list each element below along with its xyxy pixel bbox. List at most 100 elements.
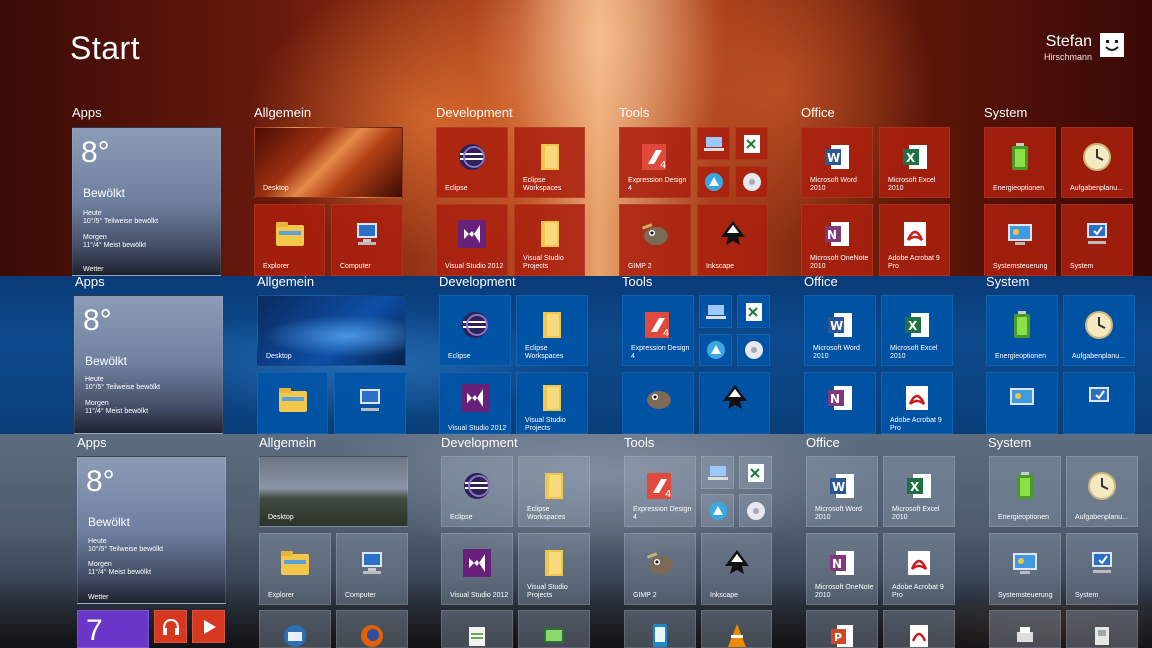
gimp-tile[interactable]: GIMP 2 (619, 204, 691, 276)
aufgabenplanung-tile[interactable]: Aufgabenplanu... (1066, 456, 1138, 527)
powerpoint-tile[interactable]: P (806, 610, 878, 648)
app-tile-small-3[interactable] (701, 494, 734, 527)
app-tile-small-1[interactable] (701, 456, 734, 489)
acrobat-tile[interactable]: Adobe Acrobat 9 Pro (879, 204, 950, 276)
app-tile-small-2[interactable] (737, 295, 770, 328)
visual-studio-tile[interactable]: Visual Studio 2012 (439, 372, 511, 434)
weather-tile[interactable]: 8° Bewölkt Heute 10°/5° Teilweise bewölk… (77, 456, 226, 604)
gimp-icon (647, 391, 671, 410)
control-panel-icon (1013, 553, 1037, 575)
computer-tile[interactable] (334, 372, 406, 434)
word-tile[interactable]: W Microsoft Word 2010 (804, 295, 876, 366)
app-tile-small-1[interactable] (697, 127, 730, 160)
inkscape-tile[interactable]: Inkscape (697, 204, 768, 276)
eclipse-tile[interactable]: Eclipse (439, 295, 511, 366)
word-tile[interactable]: W Microsoft Word 2010 (801, 127, 873, 198)
app-tile-small-4[interactable] (739, 494, 772, 527)
desktop-tile[interactable]: Desktop (259, 456, 408, 527)
onenote-tile[interactable]: N (804, 372, 876, 434)
energieoptionen-tile[interactable]: Energieoptionen (986, 295, 1058, 366)
acrobat-label: Adobe Acrobat 9 Pro (892, 584, 944, 599)
expression-design-tile[interactable]: 4 Expression Design 4 (619, 127, 691, 198)
video-tile[interactable] (192, 610, 225, 643)
systemsteuerung-tile[interactable]: Systemsteuerung (989, 533, 1061, 605)
acrobat-tile[interactable]: Adobe Acrobat 9 Pro (883, 533, 955, 605)
explorer-tile[interactable]: Explorer (254, 204, 325, 276)
aufgabenplanung-tile[interactable]: Aufgabenplanu... (1061, 127, 1133, 198)
inkscape-tile[interactable] (699, 372, 770, 434)
gimp-tile[interactable] (622, 372, 694, 434)
systemsteuerung-tile[interactable]: Systemsteuerung (984, 204, 1056, 276)
expression-design-tile[interactable]: 4 Expression Design 4 (622, 295, 694, 366)
computer-icon (360, 389, 380, 411)
app-tile-small-4[interactable] (737, 334, 770, 366)
inkscape-icon (720, 221, 745, 246)
system-tile[interactable]: System (1066, 533, 1138, 605)
energieoptionen-tile[interactable]: Energieoptionen (989, 456, 1061, 527)
expression-design-tile[interactable]: 4 Expression Design 4 (624, 456, 696, 527)
thunderbird-tile[interactable] (259, 610, 331, 648)
excel-tile[interactable]: X Microsoft Excel 2010 (883, 456, 955, 527)
computer-tile[interactable]: Computer (331, 204, 403, 276)
notepad-tile[interactable] (441, 610, 513, 648)
svg-text:X: X (908, 319, 918, 333)
system-tile[interactable] (1063, 372, 1135, 434)
computer-icon (1092, 552, 1112, 574)
eclipse-workspaces-tile[interactable]: Eclipse Workspaces (518, 456, 590, 527)
explorer-tile[interactable]: Explorer (259, 533, 331, 605)
vlc-tile[interactable] (701, 610, 772, 648)
terminal-tile[interactable] (518, 610, 590, 648)
eclipse-workspaces-tile[interactable]: Eclipse Workspaces (516, 295, 588, 366)
visual-studio-projects-tile[interactable]: Visual Studio Projects (516, 372, 588, 434)
visual-studio-tile[interactable]: Visual Studio 2012 (441, 533, 513, 605)
remote-desktop-icon (705, 304, 726, 319)
app-tile-small-2[interactable] (739, 456, 772, 489)
acrobat-tile[interactable]: Adobe Acrobat 9 Pro (881, 372, 953, 434)
weather-tile[interactable]: 8° Bewölkt Heute 10°/5° Teilweise bewölk… (72, 127, 221, 276)
app-tile-small-1[interactable] (699, 295, 732, 328)
desktop-tile[interactable]: Desktop (254, 127, 403, 198)
aufgabenplanung-tile[interactable]: Aufgabenplanu... (1063, 295, 1135, 366)
desktop-tile[interactable]: Desktop (257, 295, 406, 366)
visual-studio-projects-tile[interactable]: Visual Studio Projects (518, 533, 590, 605)
explorer-tile[interactable] (257, 372, 328, 434)
device-tile-1[interactable] (989, 610, 1061, 648)
aufgabenplanung-label: Aufgabenplanu... (1072, 353, 1125, 360)
device-tile-2[interactable] (1066, 610, 1138, 648)
eclipse-workspaces-label: Eclipse Workspaces (525, 345, 564, 360)
computer-tile[interactable]: Computer (336, 533, 408, 605)
app-tile-small-3[interactable] (697, 166, 730, 198)
phone-tile[interactable] (624, 610, 696, 648)
onenote-tile[interactable]: N Microsoft OneNote 2010 (806, 533, 878, 605)
word-tile[interactable]: W Microsoft Word 2010 (806, 456, 878, 527)
weather-tile[interactable]: 8° Bewölkt Heute 10°/5° Teilweise bewölk… (74, 295, 223, 434)
eclipse-icon (459, 143, 485, 170)
visual-studio-tile[interactable]: Visual Studio 2012 (436, 204, 508, 276)
visual-studio-projects-tile[interactable]: Visual Studio Projects (514, 204, 585, 276)
user-name: Stefan (1045, 33, 1092, 50)
weather-condition: Bewölkt (83, 186, 126, 200)
eclipse-tile[interactable]: Eclipse (441, 456, 513, 527)
energieoptionen-tile[interactable]: Energieoptionen (984, 127, 1056, 198)
calendar-tile[interactable]: 7 (77, 610, 149, 648)
music-tile[interactable] (154, 610, 187, 643)
firefox-tile[interactable] (336, 610, 408, 648)
system-tile[interactable]: System (1061, 204, 1133, 276)
app-tile-small-3[interactable] (699, 334, 732, 366)
visual-studio-projects-label: Visual Studio Projects (523, 255, 564, 270)
app-tile-small-2[interactable] (735, 127, 768, 160)
eclipse-tile[interactable]: Eclipse (436, 127, 508, 198)
app-tile-small-4[interactable] (735, 166, 768, 198)
eclipse-workspaces-tile[interactable]: Eclipse Workspaces (514, 127, 585, 198)
onenote-tile[interactable]: N Microsoft OneNote 2010 (801, 204, 873, 276)
expression-design-icon: 4 (645, 311, 669, 339)
systemsteuerung-tile[interactable] (986, 372, 1058, 434)
pdf-tile[interactable] (883, 610, 955, 648)
acrobat-label: Adobe Acrobat 9 Pro (890, 417, 942, 432)
excel-tile[interactable]: X Microsoft Excel 2010 (879, 127, 950, 198)
gimp-tile[interactable]: GIMP 2 (624, 533, 696, 605)
inkscape-tile[interactable]: Inkscape (701, 533, 772, 605)
excel-tile[interactable]: X Microsoft Excel 2010 (881, 295, 953, 366)
user-account[interactable]: Stefan Hirschmann (1044, 33, 1124, 63)
weather-tomorrow-forecast: 11°/4° Meist bewölkt (85, 408, 149, 415)
